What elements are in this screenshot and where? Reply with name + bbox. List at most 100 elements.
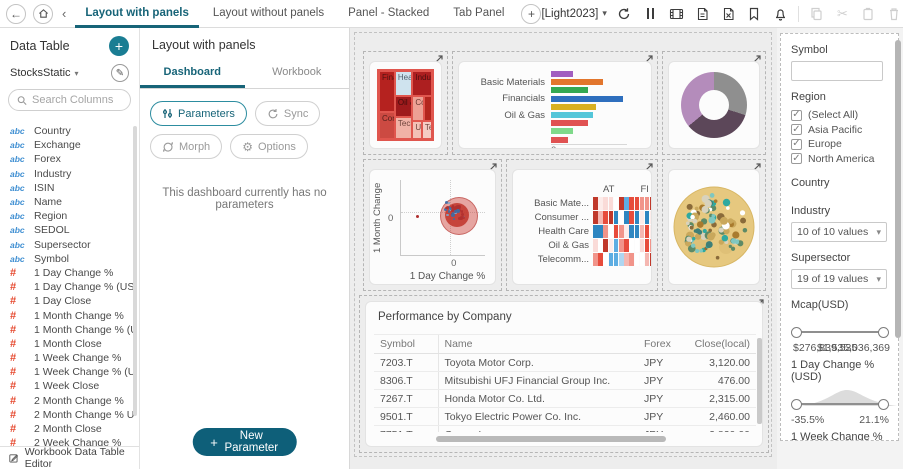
pause-button[interactable] bbox=[642, 5, 659, 22]
symbol-filter-input[interactable] bbox=[791, 61, 883, 81]
add-dashboard-button[interactable]: + bbox=[521, 4, 541, 24]
column-list-item[interactable]: abcForex bbox=[10, 152, 134, 166]
region-checkbox-item[interactable]: ✓Europe bbox=[791, 137, 888, 152]
column-list-item[interactable]: #2 Week Change % bbox=[10, 436, 134, 446]
heatmap-row[interactable]: Health Care bbox=[517, 225, 645, 238]
sync-button[interactable]: Sync bbox=[255, 101, 320, 126]
column-list-item[interactable]: abcName bbox=[10, 195, 134, 209]
scatter-point[interactable] bbox=[454, 210, 456, 212]
theme-selector[interactable]: [Light2023] ▾ bbox=[541, 8, 606, 20]
supersector-filter-select[interactable]: 19 of 19 values ▾ bbox=[791, 269, 887, 289]
paste-button[interactable] bbox=[860, 5, 877, 22]
donut-chart[interactable] bbox=[681, 72, 747, 138]
scatter-point[interactable] bbox=[452, 212, 454, 214]
document-tab[interactable]: Layout without panels bbox=[203, 0, 334, 28]
slider-min-handle[interactable] bbox=[791, 399, 802, 410]
treemap-chart[interactable]: FinanciConsurHealth CIndustriOil & GCons… bbox=[377, 69, 434, 141]
scatter-point[interactable] bbox=[448, 210, 450, 212]
edit-data-table-button[interactable]: ✎ bbox=[111, 64, 129, 82]
heatmap-chart[interactable]: ATFI Basic Mate...Consumer ...Health Car… bbox=[517, 184, 645, 267]
notifications-button[interactable] bbox=[772, 5, 789, 22]
bar[interactable] bbox=[551, 79, 603, 85]
table-row[interactable]: 9501.TTokyo Electric Power Co. Inc.JPY2,… bbox=[374, 408, 756, 426]
document-tab[interactable]: Layout with panels bbox=[75, 0, 199, 28]
industry-filter-select[interactable]: 10 of 10 values ▾ bbox=[791, 222, 887, 242]
document-tab[interactable]: Tab Panel bbox=[443, 0, 514, 28]
treemap-cell[interactable]: Oil & G bbox=[395, 96, 412, 117]
checkbox-checked-icon[interactable]: ✓ bbox=[791, 110, 802, 121]
treemap-cell[interactable]: Health C bbox=[395, 71, 412, 96]
bar[interactable] bbox=[551, 112, 593, 118]
column-list-item[interactable]: #1 Month Change % (USD) bbox=[10, 323, 134, 337]
bar-chart[interactable]: Basic MaterialsFinancialsOil & Gas 0 Mca… bbox=[463, 70, 643, 144]
bar[interactable] bbox=[551, 71, 573, 77]
table-column-header[interactable]: Forex bbox=[638, 335, 678, 354]
slider-track[interactable] bbox=[796, 331, 884, 333]
scatter-point[interactable] bbox=[448, 202, 450, 204]
heatmap-row[interactable]: Telecomm... bbox=[517, 253, 645, 266]
table-row[interactable]: 7267.THonda Motor Co. Ltd.JPY2,315.004,2… bbox=[374, 390, 756, 408]
bar[interactable] bbox=[551, 137, 568, 143]
column-list-item[interactable]: #1 Month Close bbox=[10, 337, 134, 351]
performance-table-panel[interactable]: Performance by Company SymbolNameForexCl… bbox=[359, 295, 769, 453]
treemap-cell[interactable]: Industri bbox=[412, 71, 432, 96]
column-list-item[interactable]: abcSymbol bbox=[10, 252, 134, 266]
column-list-item[interactable]: abcIndustry bbox=[10, 167, 134, 181]
document-tab[interactable]: Panel - Stacked bbox=[338, 0, 439, 28]
region-checkbox-item[interactable]: ✓Asia Pacific bbox=[791, 123, 888, 138]
column-list-item[interactable]: abcISIN bbox=[10, 181, 134, 195]
scatter-point[interactable] bbox=[458, 205, 461, 208]
scatter-point[interactable] bbox=[460, 216, 464, 220]
column-list-item[interactable]: abcCountry bbox=[10, 124, 134, 138]
column-list-item[interactable]: abcSupersector bbox=[10, 238, 134, 252]
new-parameter-button[interactable]: + New Parameter bbox=[192, 428, 297, 456]
table-row[interactable]: 8306.TMitsubishi UFJ Financial Group Inc… bbox=[374, 372, 756, 390]
bar[interactable] bbox=[551, 120, 588, 126]
column-list-item[interactable]: #1 Week Change % (USD) bbox=[10, 365, 134, 379]
cut-button[interactable]: ✂ bbox=[834, 5, 851, 22]
table-column-header[interactable]: Name bbox=[438, 335, 638, 354]
tab-workbook[interactable]: Workbook bbox=[245, 60, 350, 88]
column-list-item[interactable]: #1 Day Close bbox=[10, 294, 134, 308]
scatter-point[interactable] bbox=[416, 215, 419, 218]
treemap-cell[interactable]: Tele bbox=[422, 121, 432, 139]
search-input[interactable] bbox=[32, 94, 122, 106]
treemap-cell[interactable] bbox=[424, 96, 432, 121]
sidebar-scrollbar[interactable] bbox=[133, 126, 137, 416]
checkbox-checked-icon[interactable]: ✓ bbox=[791, 139, 802, 150]
scatter-panel[interactable]: 1 Month Change 0 0 1 Day Change % bbox=[363, 159, 502, 291]
heatmap-panel[interactable]: ATFI Basic Mate...Consumer ...Health Car… bbox=[506, 159, 658, 291]
record-button[interactable] bbox=[668, 5, 685, 22]
delete-button[interactable] bbox=[886, 5, 903, 22]
scatter-plot[interactable] bbox=[400, 180, 485, 256]
scatter-point[interactable] bbox=[461, 210, 464, 213]
slider-max-handle[interactable] bbox=[878, 327, 889, 338]
treemap-cell[interactable]: Consu bbox=[412, 96, 423, 121]
treemap-panel[interactable]: FinanciConsurHealth CIndustriOil & GCons… bbox=[363, 51, 448, 155]
column-list-item[interactable]: abcSEDOL bbox=[10, 223, 134, 237]
bar[interactable] bbox=[551, 96, 623, 102]
column-list-item[interactable]: abcRegion bbox=[10, 209, 134, 223]
morph-button[interactable]: Morph bbox=[150, 134, 222, 159]
region-checkbox-item[interactable]: ✓North America bbox=[791, 152, 888, 167]
column-list-item[interactable]: #1 Week Close bbox=[10, 379, 134, 393]
range-slider[interactable] bbox=[791, 316, 889, 342]
column-list-item[interactable]: abcExchange bbox=[10, 138, 134, 152]
column-list-item[interactable]: #1 Month Change % bbox=[10, 308, 134, 322]
workbook-data-table-editor-button[interactable]: Workbook Data Table Editor bbox=[0, 446, 139, 469]
data-table-selector[interactable]: StocksStatic ▾ bbox=[10, 67, 79, 79]
column-list-item[interactable]: #2 Month Change % bbox=[10, 394, 134, 408]
tab-dashboard[interactable]: Dashboard bbox=[140, 60, 245, 88]
slider-track[interactable] bbox=[796, 403, 884, 405]
treemap-cell[interactable]: Financi bbox=[379, 71, 395, 112]
checkbox-checked-icon[interactable]: ✓ bbox=[791, 153, 802, 164]
region-checkbox-item[interactable]: ✓(Select All) bbox=[791, 108, 888, 123]
table-horizontal-scrollbar[interactable] bbox=[436, 436, 666, 442]
parameters-button[interactable]: Parameters bbox=[150, 101, 247, 126]
heatmap-row[interactable]: Consumer ... bbox=[517, 211, 645, 224]
back-button[interactable]: ← bbox=[6, 4, 26, 24]
treemap-cell[interactable]: Techno bbox=[395, 117, 412, 139]
table-row[interactable]: 7751.TCanon Inc.JPY2,820.003,316,714,9 bbox=[374, 426, 756, 433]
table-row[interactable]: 7203.TToyota Motor Corp.JPY3,120.009,295… bbox=[374, 354, 756, 372]
circle-pack-chart[interactable] bbox=[668, 181, 760, 273]
